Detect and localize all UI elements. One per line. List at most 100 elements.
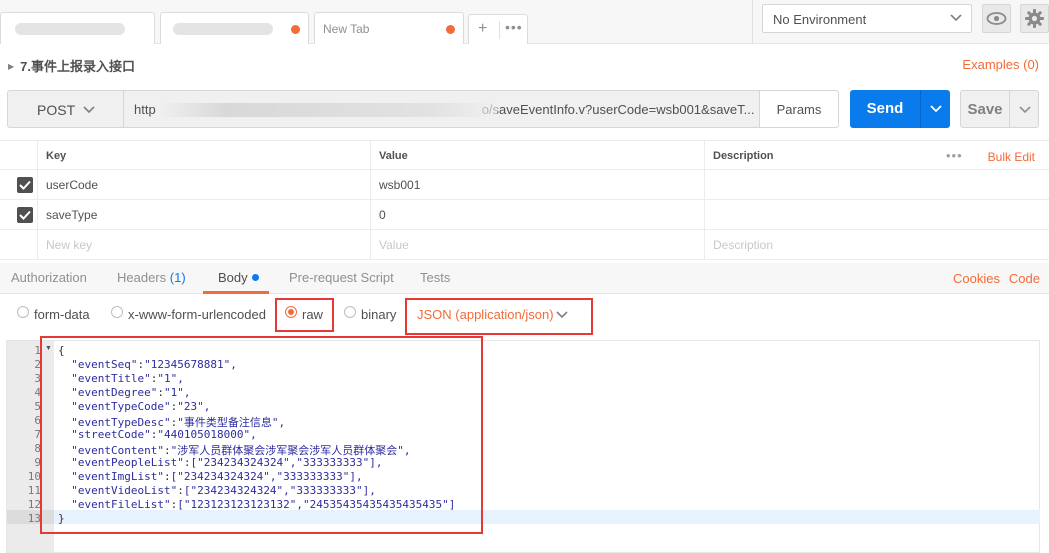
- tab-headers[interactable]: Headers (1): [117, 270, 186, 285]
- line-number: 11: [27, 484, 41, 497]
- param-checkbox[interactable]: [17, 207, 33, 223]
- raw-body-editor[interactable]: ▼ 1 2 3 4 5 6 7 8 9 10 11 12 13 { "eventSeq":"123456…: [6, 340, 1040, 553]
- line-number: 3: [34, 372, 41, 385]
- code-line: "eventFileList":["123123123123132","2453…: [71, 498, 456, 511]
- json-brace: }: [58, 512, 65, 525]
- expand-triangle-icon[interactable]: ▶: [8, 62, 14, 71]
- new-description-input[interactable]: Description: [704, 230, 1049, 259]
- active-line-highlight: [7, 510, 1040, 524]
- save-button[interactable]: Save: [960, 90, 1010, 128]
- send-options-button[interactable]: [920, 90, 950, 128]
- line-number: 5: [34, 400, 41, 413]
- radio-circle[interactable]: [17, 306, 29, 318]
- chevron-down-icon: [950, 14, 962, 22]
- fold-arrow-icon[interactable]: ▼: [45, 345, 52, 352]
- radio-label: binary: [361, 307, 397, 322]
- param-value-cell[interactable]: 0: [370, 200, 704, 229]
- unsaved-dot-icon: [291, 25, 300, 34]
- environment-quick-look-button[interactable]: [982, 4, 1011, 33]
- json-value: "12345678881",: [144, 358, 237, 371]
- headers-count-badge: (1): [169, 270, 186, 285]
- param-description-cell[interactable]: [704, 170, 1049, 199]
- new-description-placeholder: Description: [713, 238, 774, 252]
- save-label: Save: [967, 101, 1003, 118]
- tab-authorization[interactable]: Authorization: [11, 270, 87, 285]
- manage-environments-button[interactable]: [1020, 4, 1049, 33]
- url-input[interactable]: http o/saveEventInfo.v?userCode=wsb001&sa…: [124, 90, 760, 128]
- code-line: "streetCode":"440105018000",: [71, 428, 257, 441]
- line-number: 9: [34, 456, 41, 469]
- chevron-down-icon: [83, 106, 95, 114]
- param-description-cell[interactable]: [704, 200, 1049, 229]
- cookies-link[interactable]: Cookies: [953, 271, 1000, 286]
- json-value: ["234234324324","333333333"],: [170, 470, 363, 483]
- json-value: ["234234324324","333333333"],: [183, 484, 376, 497]
- save-options-button[interactable]: [1009, 90, 1039, 128]
- request-tab-1[interactable]: [0, 12, 155, 44]
- json-key: "eventVideoList": [71, 484, 178, 497]
- param-value-cell[interactable]: wsb001: [370, 170, 704, 199]
- json-value: "1",: [157, 372, 184, 385]
- bulk-edit-link[interactable]: Bulk Edit: [988, 150, 1035, 164]
- params-label: Params: [776, 102, 822, 117]
- send-button[interactable]: Send: [850, 90, 920, 128]
- line-number: 13: [27, 512, 41, 525]
- json-key: "eventTitle": [71, 372, 151, 385]
- radio-label: form-data: [34, 307, 90, 322]
- description-header-text: Description: [713, 150, 774, 162]
- line-number: 2: [34, 358, 41, 371]
- params-button[interactable]: Params: [759, 90, 839, 128]
- url-start: http: [134, 102, 156, 117]
- line-number: 7: [34, 428, 41, 441]
- new-value-input[interactable]: Value: [370, 230, 704, 259]
- code-line: "eventTypeCode":"23",: [71, 400, 211, 413]
- json-key: "eventSeq": [71, 358, 138, 371]
- new-value-placeholder: Value: [379, 238, 409, 252]
- radio-circle[interactable]: [111, 306, 123, 318]
- line-number: 1: [34, 344, 41, 357]
- blurred-tab-title: [15, 23, 125, 35]
- add-tab-icon[interactable]: +: [478, 20, 487, 38]
- key-header-text: Key: [46, 150, 67, 162]
- check-icon: [19, 210, 31, 220]
- method-select[interactable]: POST: [7, 90, 124, 128]
- unsaved-dot-icon: [446, 25, 455, 34]
- request-tab-2[interactable]: [160, 12, 309, 44]
- code-line: "eventTitle":"1",: [71, 372, 184, 385]
- code-line: "eventVideoList":["234234324324","333333…: [71, 484, 376, 497]
- line-number: 4: [34, 386, 41, 399]
- content-type-select[interactable]: JSON (application/json): [417, 307, 568, 322]
- radio-circle[interactable]: [344, 306, 356, 318]
- json-value: "23",: [177, 400, 211, 413]
- blurred-url-segment: [158, 103, 498, 117]
- chevron-down-icon: [556, 311, 568, 319]
- tab-label: New Tab: [323, 22, 370, 36]
- more-options-icon[interactable]: •••: [946, 148, 963, 163]
- gear-icon: [1025, 9, 1044, 28]
- request-tab-new[interactable]: New Tab: [314, 12, 464, 44]
- tab-headers-label: Headers: [117, 270, 167, 285]
- json-key: "eventPeopleList": [71, 456, 184, 469]
- tab-prerequest-script[interactable]: Pre-request Script: [289, 270, 394, 285]
- param-key-cell[interactable]: userCode: [37, 170, 370, 199]
- params-table: Key Value Description ••• Bulk Edit user…: [0, 140, 1049, 260]
- request-name-text: 7.事件上报录入接口: [20, 59, 135, 74]
- method-label: POST: [37, 102, 76, 118]
- active-tab-indicator: [203, 291, 269, 294]
- param-key-cell[interactable]: saveType: [37, 200, 370, 229]
- radio-label: x-www-form-urlencoded: [128, 307, 266, 322]
- line-number: 6: [34, 414, 41, 427]
- radio-circle-selected[interactable]: [285, 306, 297, 318]
- examples-link[interactable]: Examples (0): [962, 57, 1039, 72]
- new-key-input[interactable]: New key: [37, 230, 370, 259]
- code-link[interactable]: Code: [1009, 271, 1040, 286]
- tab-tests[interactable]: Tests: [420, 270, 450, 285]
- check-icon: [19, 180, 31, 190]
- param-checkbox[interactable]: [17, 177, 33, 193]
- tab-bar: New Tab + ••• No Environment: [0, 0, 1049, 44]
- request-name[interactable]: ▶ 7.事件上报录入接口: [8, 56, 135, 75]
- environment-select[interactable]: No Environment: [762, 4, 972, 33]
- more-tabs-icon[interactable]: •••: [505, 19, 523, 35]
- tab-body[interactable]: Body: [218, 270, 259, 285]
- value-header: Value: [370, 141, 704, 169]
